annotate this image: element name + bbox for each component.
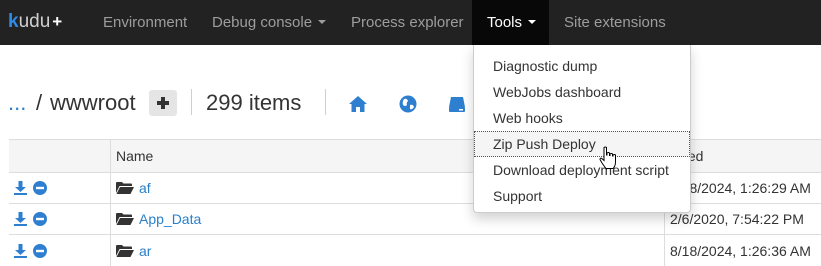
menu-item-label: Diagnostic dump <box>493 58 598 74</box>
table-row: ar 8/18/2024, 1:26:36 AM <box>9 234 821 266</box>
nav-environment-label: Environment <box>103 14 188 31</box>
table-row: af 8/18/2024, 1:26:29 AM <box>9 172 821 203</box>
nav-debug-console-label: Debug console <box>212 14 313 31</box>
menu-item-zip-push-deploy[interactable]: Zip Push Deploy <box>474 131 690 157</box>
folder-open-icon <box>116 244 134 257</box>
folder-link[interactable]: af <box>139 180 151 196</box>
table-row: App_Data 2/6/2020, 7:54:22 PM <box>9 203 821 234</box>
nav-tools[interactable]: Tools <box>472 0 549 45</box>
nav-process-explorer-label: Process explorer <box>351 14 464 31</box>
menu-item-label: WebJobs dashboard <box>493 84 622 100</box>
divider <box>325 89 326 115</box>
row-actions <box>9 173 110 203</box>
folder-link[interactable]: ar <box>139 243 151 259</box>
menu-item-diagnostic-dump[interactable]: Diagnostic dump <box>474 53 690 79</box>
modified-date: 8/18/2024, 1:26:29 AM <box>670 180 811 196</box>
folder-open-icon <box>116 182 134 194</box>
brand-k: k <box>8 11 19 32</box>
chevron-down-icon <box>318 20 327 25</box>
menu-item-label: Support <box>493 188 543 204</box>
column-name-label: Name <box>116 148 154 164</box>
home-icon[interactable] <box>348 94 368 114</box>
breadcrumb-separator: / <box>36 90 43 115</box>
drive-icon[interactable] <box>447 94 467 114</box>
menu-item-support[interactable]: Support <box>474 183 690 209</box>
folder-link[interactable]: App_Data <box>139 211 201 227</box>
add-folder-button[interactable] <box>149 90 177 116</box>
menu-item-label: Download deployment script <box>493 162 669 178</box>
download-icon[interactable] <box>14 243 27 258</box>
nav-site-extensions[interactable]: Site extensions <box>564 0 666 45</box>
item-count: 299 items <box>206 90 302 115</box>
menu-item-webjobs-dashboard[interactable]: WebJobs dashboard <box>474 79 690 105</box>
download-icon[interactable] <box>14 212 27 226</box>
menu-item-label: Zip Push Deploy <box>493 136 596 152</box>
kudu-logo[interactable]: k udu + <box>8 11 62 33</box>
modified-date: 2/6/2020, 7:54:22 PM <box>670 211 804 227</box>
nav-debug-console[interactable]: Debug console <box>212 0 327 45</box>
chevron-down-icon <box>528 20 537 25</box>
hand-pointer-cursor-icon <box>599 146 616 169</box>
table-header-actions <box>9 140 110 172</box>
nav-process-explorer[interactable]: Process explorer <box>351 0 464 45</box>
top-navbar: k udu + Environment Debug console Process … <box>0 0 821 45</box>
nav-tools-label: Tools <box>487 14 523 31</box>
menu-item-label: Web hooks <box>493 110 563 126</box>
divider <box>191 89 192 115</box>
download-icon[interactable] <box>14 181 27 195</box>
menu-item-download-deployment-script[interactable]: Download deployment script <box>474 157 690 183</box>
table-header-row: Name dified <box>9 139 821 172</box>
delete-icon[interactable] <box>33 243 47 258</box>
row-actions <box>9 204 110 234</box>
nav-environment[interactable]: Environment <box>103 0 187 45</box>
modified-date: 8/18/2024, 1:26:36 AM <box>670 242 811 259</box>
menu-item-web-hooks[interactable]: Web hooks <box>474 105 690 131</box>
tools-dropdown-menu: Diagnostic dump WebJobs dashboard Web ho… <box>473 45 691 213</box>
brand-text: udu <box>18 11 51 32</box>
folder-open-icon <box>116 213 134 225</box>
delete-icon[interactable] <box>33 212 47 226</box>
delete-icon[interactable] <box>33 181 47 195</box>
globe-icon[interactable] <box>398 94 418 114</box>
brand-plus: + <box>52 12 63 31</box>
nav-site-extensions-label: Site extensions <box>564 14 666 31</box>
breadcrumb-parent-link[interactable]: ... <box>8 88 26 118</box>
row-modified-cell: 8/18/2024, 1:26:36 AM <box>664 235 821 266</box>
row-actions <box>9 235 110 266</box>
row-name-cell: ar <box>110 235 664 266</box>
breadcrumb-current-folder: wwwroot <box>50 90 136 115</box>
